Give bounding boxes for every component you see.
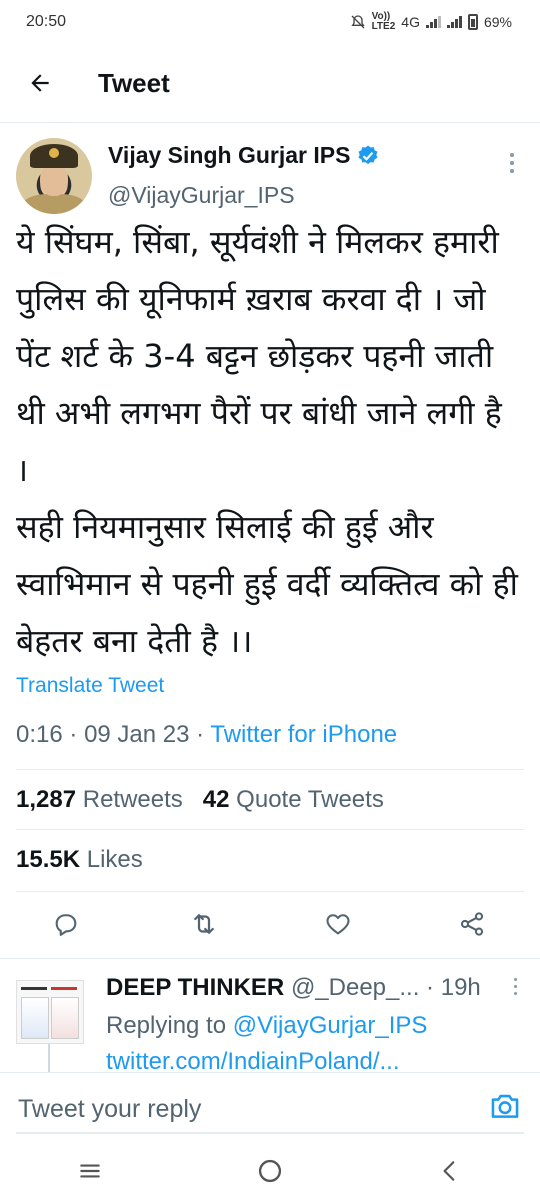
page-title: Tweet <box>98 67 170 98</box>
reply-avatar[interactable] <box>16 980 84 1044</box>
author-name-row[interactable]: Vijay Singh Gurjar IPS <box>108 142 380 169</box>
tweet-actions <box>0 892 540 958</box>
chevron-left-icon <box>443 1161 455 1181</box>
home-circle-icon <box>258 1159 282 1183</box>
reply-button[interactable] <box>46 904 86 944</box>
composer-divider <box>16 1132 524 1134</box>
tweet-metadata: 0:16 · 09 Jan 23 · Twitter for iPhone <box>16 721 398 748</box>
camera-icon[interactable] <box>488 1089 522 1123</box>
divider <box>0 958 540 959</box>
like-icon <box>326 914 350 935</box>
reply-header: DEEP THINKER @_Deep_... · 19h <box>106 974 481 1001</box>
network-type: 4G <box>401 14 420 30</box>
likes-count: 15.5K <box>16 846 81 873</box>
retweet-stats: 1,287 Retweets 42 Quote Tweets <box>16 786 384 814</box>
like-button[interactable] <box>318 904 358 944</box>
back-nav-button[interactable] <box>425 1146 475 1196</box>
quotes-link[interactable]: 42 Quote Tweets <box>203 786 384 813</box>
reply-icon <box>55 914 77 936</box>
likes-stats[interactable]: 15.5K Likes <box>16 846 143 874</box>
retweets-label: Retweets <box>82 786 183 813</box>
retweets-count: 1,287 <box>16 786 77 813</box>
divider <box>16 829 524 830</box>
verified-badge-icon <box>358 145 378 164</box>
more-options-icon[interactable] <box>500 148 524 178</box>
retweets-link[interactable]: 1,287 Retweets <box>16 786 183 813</box>
replying-to: Replying to @VijayGurjar_IPS <box>106 1012 427 1040</box>
volte-indicator: Vo)) LTE2 <box>372 12 396 32</box>
reply-author-name[interactable]: DEEP THINKER <box>106 974 284 1001</box>
reply-more-options-icon[interactable] <box>512 978 518 1002</box>
signal-icon-2 <box>446 16 462 28</box>
quotes-count: 42 <box>202 786 230 813</box>
back-button[interactable] <box>20 63 60 103</box>
status-time: 20:50 <box>26 13 67 30</box>
thread-line <box>48 1044 50 1072</box>
reply-time: 19h <box>440 974 481 1001</box>
tweet-author: Vijay Singh Gurjar IPS @VijayGurjar_IPS <box>16 138 524 218</box>
recent-apps-button[interactable] <box>65 1146 115 1196</box>
reply-input[interactable] <box>16 1081 460 1137</box>
signal-icon-1 <box>425 16 441 28</box>
replying-prefix: Replying to <box>106 1012 227 1039</box>
avatar[interactable] <box>16 138 92 214</box>
divider <box>16 769 524 770</box>
likes-label: Likes <box>86 846 143 873</box>
top-bar: Tweet <box>0 44 540 123</box>
status-bar: 20:50 Vo)) LTE2 4G 69% <box>0 0 540 44</box>
reply-author-handle[interactable]: @_Deep_... <box>291 974 419 1001</box>
arrow-left-icon <box>31 74 49 92</box>
tweet-date: 09 Jan 23 <box>84 721 190 748</box>
battery-percent: 69% <box>483 14 512 30</box>
tweet-source-link[interactable]: Twitter for iPhone <box>210 721 397 748</box>
translate-tweet-link[interactable]: Translate Tweet <box>16 674 164 698</box>
battery-icon <box>467 14 478 30</box>
mute-notifications-icon <box>350 15 365 29</box>
share-button[interactable] <box>452 904 492 944</box>
reply-link[interactable]: twitter.com/IndiainPoland/... <box>106 1048 399 1072</box>
tweet-text: ये सिंघम, सिंबा, सूर्यवंशी ने मिलकर हमार… <box>16 223 518 660</box>
quotes-label: Quote Tweets <box>236 786 384 813</box>
home-button[interactable] <box>245 1146 295 1196</box>
menu-icon <box>80 1164 100 1178</box>
volte-bottom-label: LTE2 <box>371 21 396 32</box>
replying-to-handle[interactable]: @VijayGurjar_IPS <box>233 1012 428 1039</box>
status-icons: Vo)) LTE2 4G 69% <box>350 12 512 32</box>
author-handle[interactable]: @VijayGurjar_IPS <box>108 182 295 209</box>
author-name[interactable]: Vijay Singh Gurjar IPS <box>108 142 350 169</box>
retweet-button[interactable] <box>184 904 224 944</box>
reply-tweet[interactable]: DEEP THINKER @_Deep_... · 19h Replying t… <box>0 960 540 1072</box>
share-icon <box>460 912 484 936</box>
system-nav-bar <box>0 1142 540 1200</box>
tweet-time: 0:16 <box>16 721 63 748</box>
retweet-icon <box>194 914 214 934</box>
